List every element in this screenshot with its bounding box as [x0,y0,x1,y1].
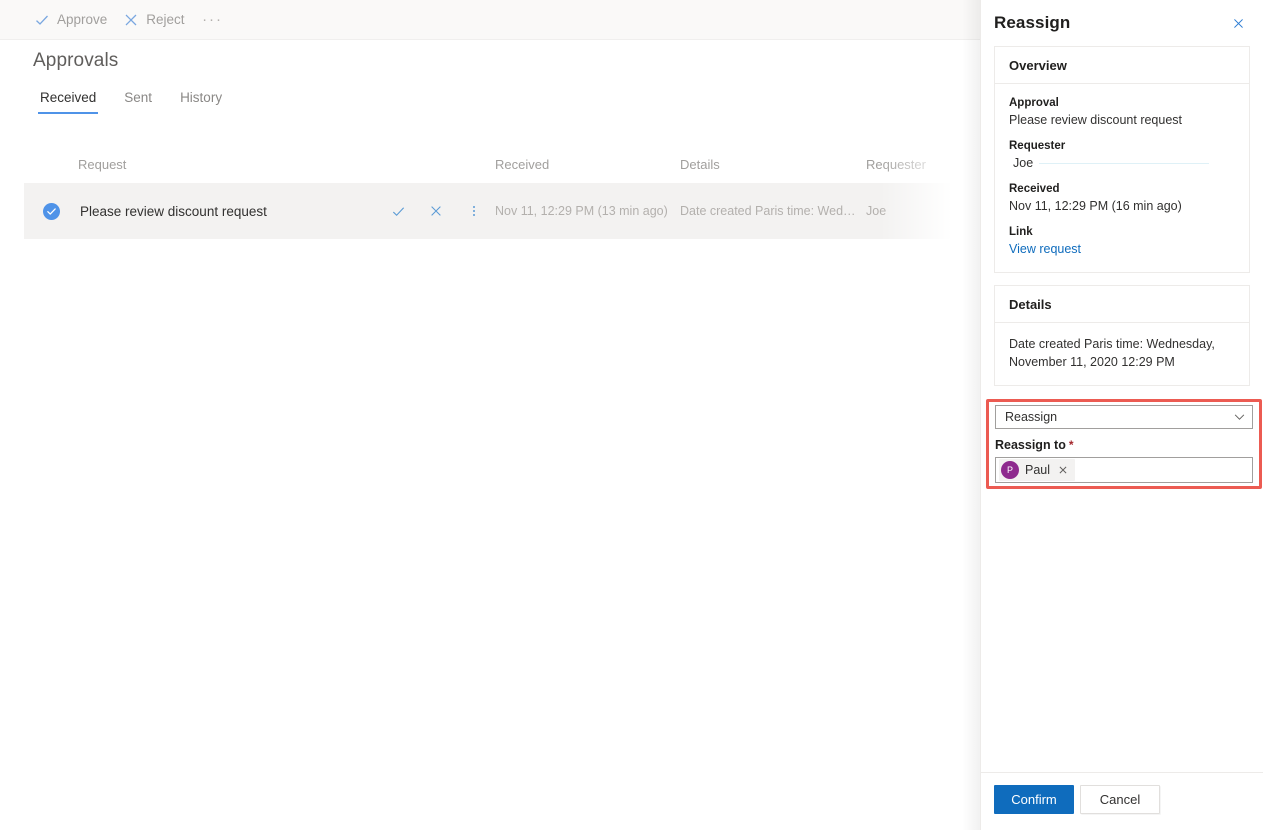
table-header-details: Details [680,156,720,172]
reassign-to-label-text: Reassign to [995,438,1066,452]
reject-button-label: Reject [146,12,185,27]
details-text: Date created Paris time: Wednesday, Nove… [1009,337,1215,369]
chevron-down-icon [1234,414,1245,421]
reassign-panel: Reassign Overview Approval Please review… [980,0,1263,830]
details-card: Details Date created Paris time: Wednesd… [994,285,1250,386]
vertical-ellipsis-icon [473,206,475,216]
details-card-heading: Details [995,286,1249,323]
reassign-section: Reassign Reassign to * P Paul [995,405,1253,483]
reassign-to-label: Reassign to * [995,438,1253,452]
close-icon[interactable] [1223,8,1253,38]
cancel-button[interactable]: Cancel [1080,785,1160,814]
remove-person-icon[interactable] [1056,463,1070,477]
requester-placeholder-line [1039,162,1209,164]
tab-list: Received Sent History [26,88,236,114]
avatar: P [1001,461,1019,479]
panel-footer: Confirm Cancel [981,772,1263,830]
overview-card-body: Approval Please review discount request … [995,84,1249,272]
table-header-received: Received [495,156,550,172]
field-approval-label: Approval [1009,97,1059,109]
checkbox-checked-icon [42,202,60,220]
reject-button[interactable]: Reject [115,4,192,36]
ellipsis-icon: ··· [202,11,224,28]
row-approve-icon[interactable] [388,201,408,221]
row-requester: Joe [866,204,887,218]
field-received-value: Nov 11, 12:29 PM (16 min ago) [1009,199,1182,213]
command-bar: Approve Reject ··· [0,0,980,40]
main-content: Approve Reject ··· Approvals Received Se… [0,0,980,830]
field-approval-value: Please review discount request [1009,113,1183,127]
table-row[interactable]: Please review discount request Nov 11, 1… [24,183,980,239]
person-chip-name: Paul [1025,463,1051,477]
field-received: Received Nov 11, 12:29 PM (16 min ago) [1009,182,1235,214]
approve-button-label: Approve [57,12,108,27]
tab-received[interactable]: Received [26,88,110,114]
field-link: Link View request [1009,225,1235,258]
approve-button[interactable]: Approve [26,4,115,36]
tab-sent[interactable]: Sent [110,88,166,114]
tab-history[interactable]: History [166,88,236,114]
checkmark-icon [34,12,50,28]
row-reject-icon[interactable] [426,201,446,221]
reassign-action-select[interactable]: Reassign [995,405,1253,429]
person-chip[interactable]: P Paul [999,459,1076,481]
overview-card: Overview Approval Please review discount… [994,46,1250,273]
field-received-label: Received [1009,183,1060,195]
field-approval: Approval Please review discount request [1009,96,1235,128]
reassign-to-people-picker[interactable]: P Paul [995,457,1253,483]
overflow-menu-button[interactable]: ··· [199,6,227,34]
panel-title: Reassign [994,13,1071,32]
requester-persona: Joe [1009,155,1235,171]
confirm-button[interactable]: Confirm [994,785,1074,814]
row-actions [388,201,495,221]
row-more-options-icon[interactable] [464,201,484,221]
view-request-link[interactable]: View request [1009,241,1235,258]
cross-icon [123,12,139,28]
overview-card-heading: Overview [995,47,1249,84]
table-header-row: Request Received Details Requester [0,145,980,183]
page-title: Approvals [33,50,119,71]
table-header-request: Request [78,156,127,172]
required-asterisk: * [1068,438,1074,452]
reassign-action-select-value: Reassign [1005,410,1058,424]
field-requester-value: Joe [1013,156,1034,170]
row-request-title: Please review discount request [80,203,267,219]
row-received: Nov 11, 12:29 PM (13 min ago) [495,204,668,218]
table-header-requester: Requester [866,156,926,172]
approvals-app: Approve Reject ··· Approvals Received Se… [0,0,1263,830]
row-details: Date created Paris time: Wednesday,... [680,204,866,218]
field-requester-label: Requester [1009,140,1066,152]
field-requester: Requester Joe [1009,139,1235,171]
approvals-table: Request Received Details Requester Pleas… [0,145,980,239]
details-card-body: Date created Paris time: Wednesday, Nove… [995,323,1249,385]
panel-header: Reassign [981,0,1263,46]
field-link-label: Link [1009,226,1033,238]
row-select-checkbox[interactable] [24,202,78,220]
